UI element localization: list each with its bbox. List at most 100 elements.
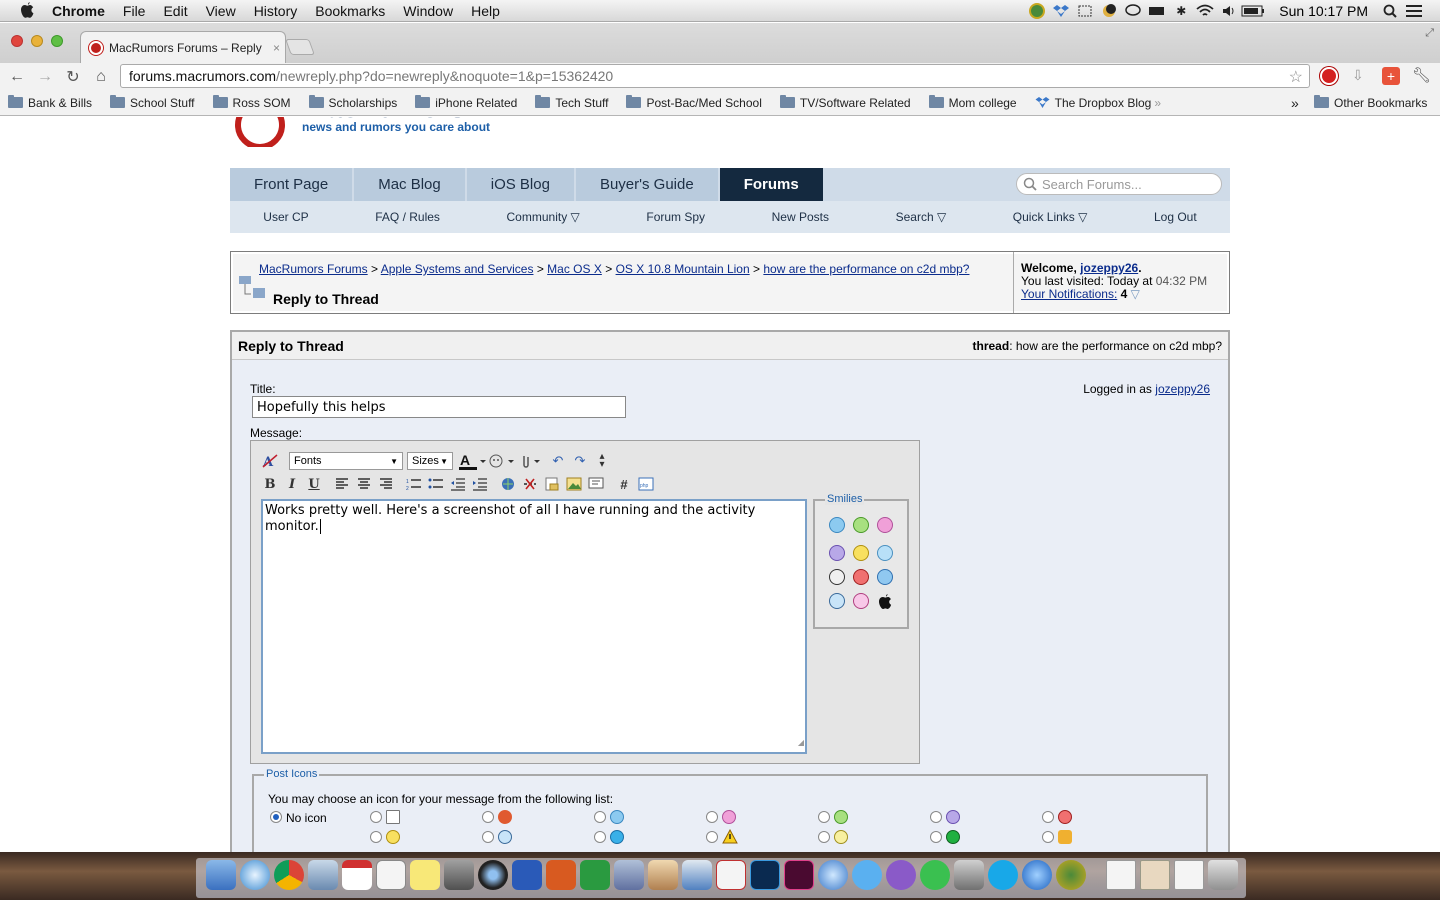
post-icon-radio[interactable] [594, 831, 606, 843]
no-icon-radio[interactable] [270, 811, 282, 823]
zoom-window-button[interactable] [51, 35, 63, 47]
bookmarks-more-button[interactable]: » [1291, 95, 1299, 111]
finder-icon[interactable] [206, 860, 236, 890]
rolleyes-icon[interactable] [877, 569, 893, 585]
moon-status-icon[interactable] [1097, 3, 1121, 19]
fullscreen-icon[interactable]: ⤢ [1425, 27, 1434, 40]
notification-center-icon[interactable] [1402, 3, 1426, 19]
bookmark-folder[interactable]: Post-Bac/Med School [626, 95, 762, 110]
align-right-icon[interactable] [375, 474, 397, 494]
wink-icon[interactable] [853, 545, 869, 561]
powerpoint-icon[interactable] [546, 860, 576, 890]
bold-icon[interactable]: B [259, 474, 281, 494]
love-icon[interactable] [853, 593, 869, 609]
underline-icon[interactable]: U [303, 474, 325, 494]
grin-icon[interactable] [853, 517, 869, 533]
post-icon-radio[interactable] [818, 831, 830, 843]
subnav-faq-rules[interactable]: FAQ / Rules [375, 210, 440, 224]
wrench-menu-icon[interactable]: 🔧︎ [1412, 66, 1431, 84]
post-icon-radio[interactable] [370, 831, 382, 843]
volume-icon[interactable] [1217, 3, 1241, 19]
forward-arrow-icon[interactable]: → [34, 68, 56, 86]
download-extension-icon[interactable]: ⇩ [1352, 67, 1364, 84]
screen-status-icon[interactable] [1073, 3, 1097, 19]
frown-icon[interactable] [829, 545, 845, 561]
browser-tab[interactable]: MacRumors Forums – Reply × [80, 31, 286, 63]
file-stack-icon[interactable] [1174, 860, 1204, 890]
ordered-list-icon[interactable]: 12 [403, 474, 425, 494]
post-icon-radio[interactable] [930, 811, 942, 823]
address-bar[interactable]: forums.macrumors.com/newreply.php?do=new… [120, 64, 1310, 88]
attach-menu-icon[interactable] [517, 451, 547, 471]
document-stack-icon[interactable] [1106, 860, 1136, 890]
subnav-search[interactable]: Search ▽ [896, 210, 947, 224]
macrumors-logo[interactable]: MacRumors news and rumors you care about [230, 117, 490, 147]
safari-icon[interactable] [240, 860, 270, 890]
text-color-icon[interactable]: A [457, 451, 487, 471]
confused-icon[interactable] [877, 545, 893, 561]
tongue-icon[interactable] [877, 517, 893, 533]
bookmark-dropbox-blog[interactable]: The Dropbox Blog» [1035, 96, 1161, 110]
adblock-extension-icon[interactable] [1320, 67, 1338, 85]
bookmark-star-icon[interactable]: ☆ [1289, 67, 1303, 87]
menu-app-name[interactable]: Chrome [52, 3, 105, 19]
nav-tab-ios-blog[interactable]: iOS Blog [466, 168, 574, 201]
code-hash-icon[interactable]: # [613, 474, 635, 494]
numbers-icon[interactable] [682, 860, 712, 890]
smilie-menu-icon[interactable] [487, 451, 517, 471]
logged-in-user-link[interactable]: jozeppy26 [1155, 382, 1210, 396]
spotlight-search-icon[interactable] [1378, 3, 1402, 19]
post-icon-radio[interactable] [706, 811, 718, 823]
nav-tab-buyers-guide[interactable]: Buyer's Guide [575, 168, 718, 201]
size-select[interactable]: Sizes ▼ [407, 452, 453, 470]
word-icon[interactable] [512, 860, 542, 890]
reload-icon[interactable]: ↻ [62, 67, 84, 87]
iphoto-icon[interactable] [444, 860, 474, 890]
pinger-icon[interactable] [886, 860, 916, 890]
post-icon-radio[interactable] [594, 811, 606, 823]
breadcrumb-link[interactable]: OS X 10.8 Mountain Lion [616, 262, 750, 276]
post-icon-radio[interactable] [482, 811, 494, 823]
trash-icon[interactable] [1208, 860, 1238, 890]
breadcrumb-link[interactable]: how are the performance on c2d mbp? [763, 262, 969, 276]
chrome-icon[interactable] [274, 860, 304, 890]
subnav-community[interactable]: Community ▽ [507, 210, 580, 224]
nav-tab-mac-blog[interactable]: Mac Blog [354, 168, 465, 201]
insert-php-icon[interactable]: php [635, 474, 657, 494]
nav-tab-forums[interactable]: Forums [719, 168, 823, 201]
calendar-icon[interactable] [342, 860, 372, 890]
undo-icon[interactable]: ↶ [547, 451, 569, 471]
post-icon-radio[interactable] [930, 831, 942, 843]
mail-stamp-icon[interactable] [308, 860, 338, 890]
bookmark-folder[interactable]: iPhone Related [415, 95, 517, 110]
downloads-stack-icon[interactable] [1140, 860, 1170, 890]
title-input[interactable]: Hopefully this helps [252, 396, 626, 418]
nav-tab-front-page[interactable]: Front Page [230, 168, 353, 201]
insert-link-icon[interactable] [497, 474, 519, 494]
subnav-new-posts[interactable]: New Posts [772, 210, 829, 224]
other-bookmarks[interactable]: Other Bookmarks [1314, 95, 1427, 110]
indesign-icon[interactable] [784, 860, 814, 890]
excel-icon[interactable] [580, 860, 610, 890]
subnav-forum-spy[interactable]: Forum Spy [646, 210, 705, 224]
bookmark-folder[interactable]: Ross SOM [212, 95, 291, 110]
bookmark-folder[interactable]: Scholarships [308, 95, 397, 110]
mad-icon[interactable] [853, 569, 869, 585]
breadcrumb-link[interactable]: MacRumors Forums [259, 262, 368, 276]
wifi-icon[interactable] [1193, 3, 1217, 19]
apple-smilie-icon[interactable] [877, 593, 893, 610]
textedit-icon[interactable] [376, 860, 406, 890]
close-window-button[interactable] [11, 35, 23, 47]
minimize-window-button[interactable] [31, 35, 43, 47]
menu-edit[interactable]: Edit [163, 3, 187, 19]
smile-icon[interactable] [829, 517, 845, 533]
dropbox-status-icon[interactable] [1049, 3, 1073, 19]
insert-email-icon[interactable] [541, 474, 563, 494]
align-center-icon[interactable] [353, 474, 375, 494]
chat-status-icon[interactable] [1121, 3, 1145, 19]
menu-window[interactable]: Window [403, 3, 453, 19]
post-icon-radio[interactable] [370, 811, 382, 823]
post-icon-radio[interactable] [818, 811, 830, 823]
battery-icon[interactable] [1241, 3, 1265, 19]
post-icon-radio[interactable] [706, 831, 718, 843]
